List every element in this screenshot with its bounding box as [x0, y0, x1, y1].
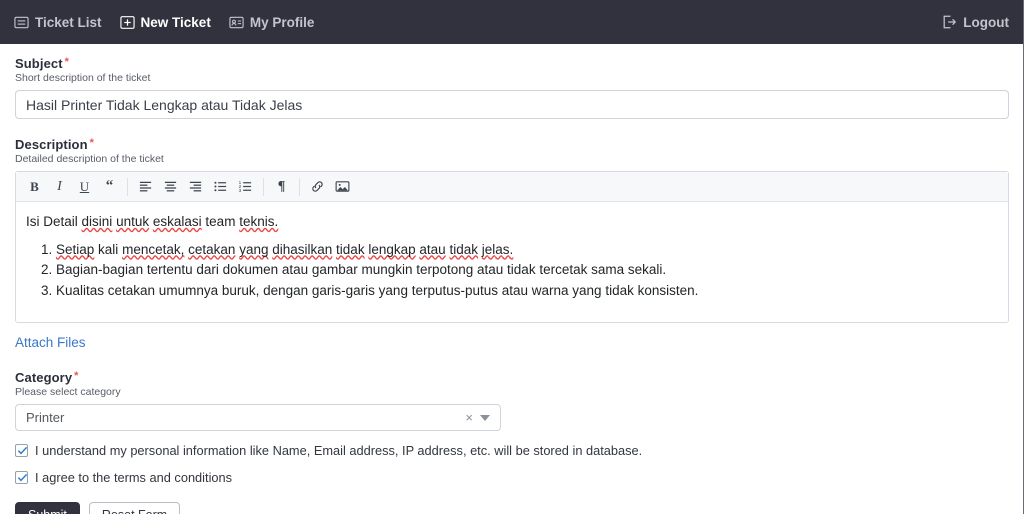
- spellcheck-word: eskalasi: [152, 214, 202, 229]
- editor-intro-paragraph: Isi Detail disini untuk eskalasi team te…: [26, 212, 998, 232]
- editor-toolbar: B I U “ 1 2 3 ¶: [16, 172, 1008, 202]
- text-direction-icon[interactable]: ¶: [269, 175, 294, 199]
- spellcheck-word: yang: [239, 241, 269, 257]
- description-required-marker: *: [89, 137, 95, 149]
- subject-hint: Short description of the ticket: [15, 72, 151, 84]
- category-select-controls: ×: [465, 411, 490, 424]
- terms-checkbox-label: I agree to the terms and conditions: [35, 470, 233, 485]
- app-window: Ticket List New Ticket My Profile Logout…: [0, 0, 1024, 514]
- editor-ordered-list: Setiap kali mencetak, cetakan yang dihas…: [26, 240, 998, 301]
- spellcheck-word: Setiap: [56, 241, 95, 257]
- logout-button[interactable]: Logout: [941, 14, 1009, 30]
- navbar-right: Logout: [941, 14, 1009, 30]
- link-icon[interactable]: [305, 175, 330, 199]
- nav-item-new-ticket[interactable]: New Ticket: [119, 14, 211, 30]
- editor-list-item: Setiap kali mencetak, cetakan yang dihas…: [56, 240, 998, 260]
- spellcheck-word: tidak: [449, 241, 478, 257]
- ordered-list-icon[interactable]: 1 2 3: [233, 175, 258, 199]
- editor-list-item: Bagian-bagian tertentu dari dokumen atau…: [56, 260, 998, 280]
- privacy-checkbox[interactable]: [15, 444, 28, 457]
- spellcheck-word: disini: [81, 214, 113, 229]
- attach-files-link[interactable]: Attach Files: [15, 335, 86, 350]
- blockquote-icon[interactable]: “: [97, 175, 122, 199]
- nav-item-my-profile-label: My Profile: [249, 14, 315, 30]
- svg-text:3: 3: [239, 188, 242, 193]
- spellcheck-word: untuk: [116, 214, 150, 229]
- category-select[interactable]: Printer ×: [15, 404, 501, 431]
- description-label: Description *: [15, 137, 1008, 152]
- subject-label-text: Subject: [15, 56, 63, 71]
- underline-icon[interactable]: U: [72, 175, 97, 199]
- editor-list-item: Kualitas cetakan umumnya buruk, dengan g…: [56, 281, 998, 301]
- editor-content-area[interactable]: Isi Detail disini untuk eskalasi team te…: [16, 202, 1008, 322]
- editor-intro-text: Isi Detail disini untuk eskalasi team te…: [26, 214, 279, 229]
- submit-button[interactable]: Submit: [15, 502, 80, 514]
- spellcheck-word: tidak: [336, 241, 365, 257]
- navbar-links: Ticket List New Ticket My Profile: [14, 15, 314, 30]
- spellcheck-word: teknis.: [239, 214, 279, 229]
- subject-label: Subject *: [15, 56, 1008, 71]
- nav-item-ticket-list-label: Ticket List: [35, 14, 102, 30]
- align-right-icon[interactable]: [183, 175, 208, 199]
- category-hint: Please select category: [15, 386, 121, 398]
- description-hint: Detailed description of the ticket: [15, 153, 164, 165]
- toolbar-divider-1: [127, 177, 128, 196]
- top-navbar: Ticket List New Ticket My Profile Logout: [0, 0, 1023, 44]
- image-icon[interactable]: [330, 175, 355, 199]
- category-label-text: Category: [15, 370, 73, 385]
- privacy-checkbox-label: I understand my personal information lik…: [35, 443, 643, 458]
- list-box-icon: [14, 15, 29, 30]
- clear-selection-icon[interactable]: ×: [465, 411, 473, 424]
- terms-checkbox[interactable]: [15, 471, 28, 484]
- subject-input[interactable]: [15, 90, 1009, 119]
- category-label: Category *: [15, 370, 1008, 385]
- spellcheck-word: dihasilkan: [272, 241, 333, 257]
- nav-item-my-profile[interactable]: My Profile: [229, 14, 315, 30]
- bold-icon[interactable]: B: [22, 175, 47, 199]
- toolbar-divider-2: [263, 177, 264, 196]
- italic-icon[interactable]: I: [47, 175, 72, 199]
- align-left-icon[interactable]: [133, 175, 158, 199]
- spellcheck-word: cetakan: [188, 241, 236, 257]
- spellcheck-word: jelas.: [481, 241, 514, 257]
- category-selected-value: Printer: [26, 410, 65, 425]
- nav-item-new-ticket-label: New Ticket: [140, 14, 211, 30]
- spellcheck-word: mencetak,: [122, 241, 185, 257]
- logout-label: Logout: [963, 14, 1009, 30]
- consent-row-terms[interactable]: I agree to the terms and conditions: [15, 470, 1008, 485]
- category-required-marker: *: [74, 370, 79, 382]
- nav-item-ticket-list[interactable]: Ticket List: [14, 15, 102, 30]
- toolbar-divider-3: [299, 177, 300, 196]
- unordered-list-icon[interactable]: [208, 175, 233, 199]
- align-center-icon[interactable]: [158, 175, 183, 199]
- rich-text-editor: B I U “ 1 2 3 ¶ Isi Detail disini untuk …: [15, 171, 1009, 323]
- consent-row-privacy[interactable]: I understand my personal information lik…: [15, 443, 1008, 458]
- chevron-down-icon[interactable]: [480, 414, 490, 421]
- reset-form-button[interactable]: Reset Form: [88, 502, 181, 514]
- plus-square-icon: [119, 15, 135, 30]
- subject-required-marker: *: [64, 56, 70, 68]
- logout-icon: [941, 14, 957, 30]
- ticket-form: Subject * Short description of the ticket…: [0, 44, 1023, 514]
- form-actions: Submit Reset Form: [15, 502, 1008, 514]
- spellcheck-word: lengkap: [368, 241, 416, 257]
- description-label-text: Description: [15, 137, 88, 152]
- spellcheck-word: atau: [419, 241, 446, 257]
- id-card-icon: [229, 15, 244, 30]
